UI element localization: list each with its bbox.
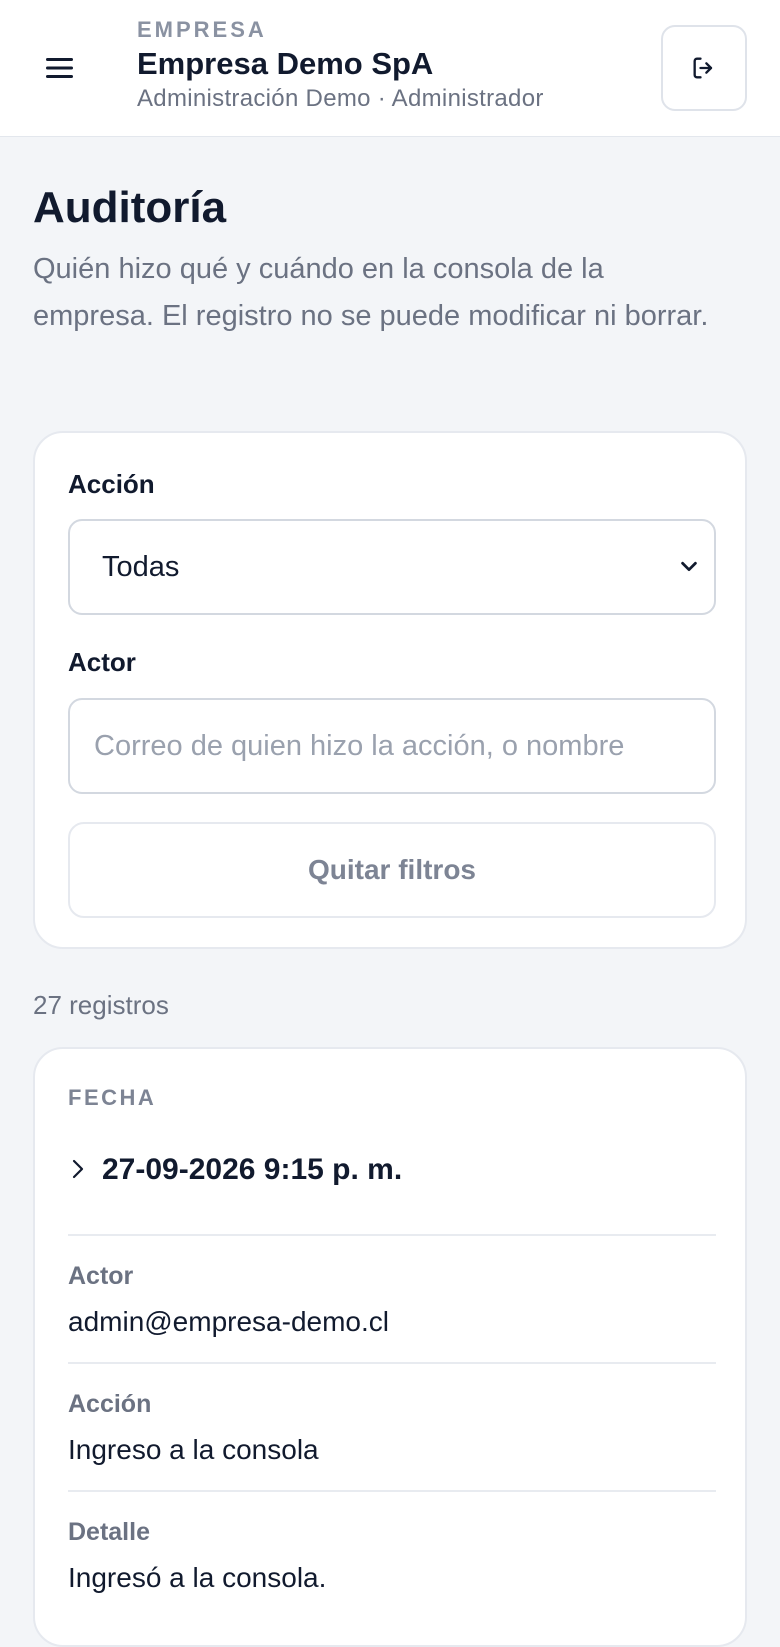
brand-block: EMPRESA Empresa Demo SpA Administración …	[137, 16, 544, 114]
record-detail-label: Detalle	[68, 1518, 150, 1546]
actor-filter-label: Actor	[68, 647, 136, 677]
record-detail-row: Detalle Ingresó a la consola.	[68, 1490, 716, 1618]
record-date: 27-09-2026 9:15 p. m.	[102, 1153, 403, 1186]
chevron-right-icon	[72, 1159, 84, 1179]
actor-filter-input[interactable]	[68, 698, 716, 794]
record-action-value: Ingreso a la consola	[68, 1434, 319, 1465]
top-bar: EMPRESA Empresa Demo SpA Administración …	[0, 0, 780, 137]
record-detail-value: Ingresó a la consola.	[68, 1562, 327, 1593]
action-filter-value: Todas	[102, 550, 180, 583]
record-count: 27 registros	[33, 990, 169, 1020]
date-column-header: FECHA	[68, 1085, 157, 1110]
hamburger-icon	[46, 58, 73, 78]
brand-eyebrow: EMPRESA	[137, 17, 267, 42]
record-actor-value: admin@empresa-demo.cl	[68, 1306, 389, 1337]
filters-card: Acción Todas Actor Quitar filtros	[33, 431, 747, 949]
logout-button[interactable]	[661, 25, 747, 111]
page-description: Quién hizo qué y cuándo en la consola de…	[33, 253, 709, 332]
menu-button[interactable]	[34, 44, 86, 92]
action-filter-select[interactable]: Todas	[68, 519, 716, 615]
audit-record-card: FECHA 27-09-2026 9:15 p. m. Actor admin@…	[33, 1047, 747, 1647]
record-action-label: Acción	[68, 1390, 152, 1418]
record-action-row: Acción Ingreso a la consola	[68, 1362, 716, 1490]
page-title: Auditoría	[33, 183, 227, 232]
expand-record-toggle[interactable]: 27-09-2026 9:15 p. m.	[68, 1145, 708, 1195]
record-actor-label: Actor	[68, 1262, 134, 1290]
chevron-down-icon	[681, 561, 697, 572]
company-subtitle: Administración Demo · Administrador	[137, 85, 544, 112]
company-name: Empresa Demo SpA	[137, 46, 434, 81]
logout-icon	[693, 57, 713, 79]
clear-filters-button[interactable]: Quitar filtros	[68, 822, 716, 918]
action-filter-label: Acción	[68, 469, 155, 499]
record-actor-row: Actor admin@empresa-demo.cl	[68, 1234, 716, 1362]
